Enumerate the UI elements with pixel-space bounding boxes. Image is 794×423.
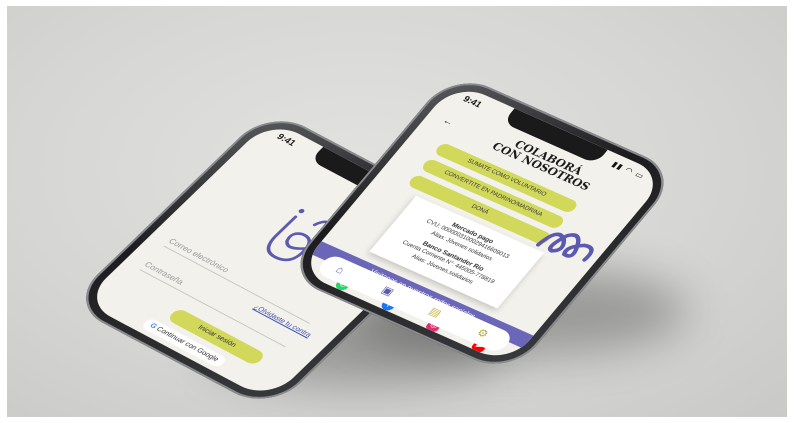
mockup-background: 9:41 ▮▮ ◠ ▭ Correo electrónico ¿Olvidast… — [7, 6, 787, 417]
status-time: 9:41 — [274, 131, 299, 148]
calendar-icon[interactable]: ▤ — [424, 304, 446, 321]
status-time: 9:41 — [461, 93, 485, 110]
donate-nav-icon[interactable]: ▣ — [376, 283, 398, 300]
home-icon[interactable]: ⌂ — [329, 262, 351, 279]
gear-icon[interactable]: ⚙ — [471, 325, 493, 342]
back-arrow-icon[interactable]: ← — [440, 115, 456, 128]
